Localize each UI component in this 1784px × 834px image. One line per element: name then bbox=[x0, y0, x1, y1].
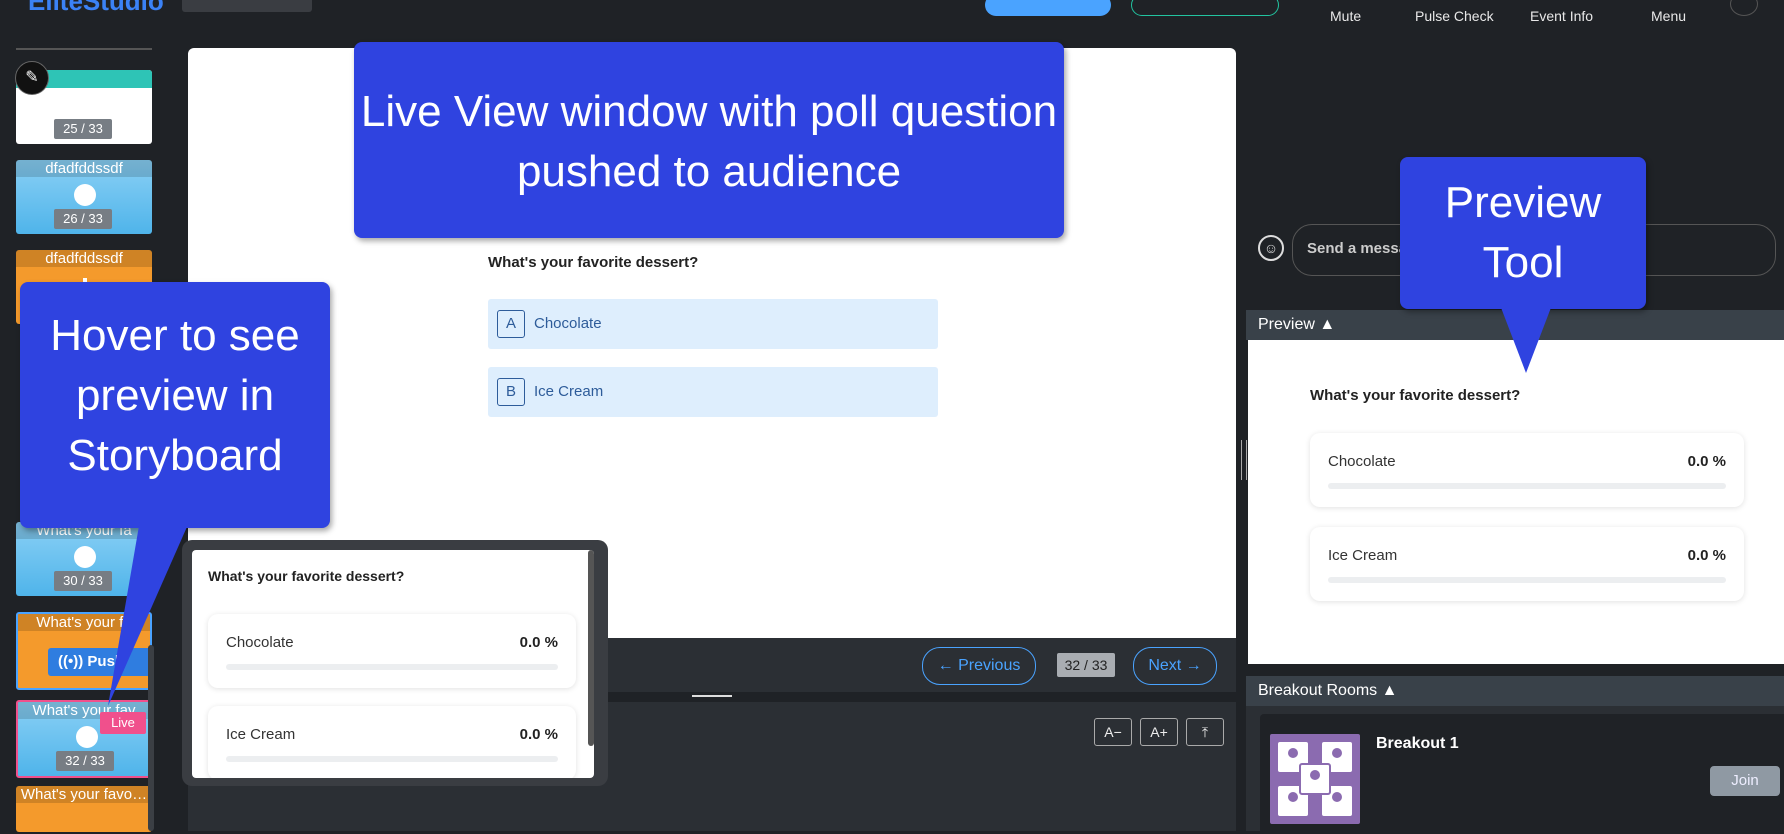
broadcast-icon: ((•)) bbox=[58, 653, 88, 670]
message-placeholder: Send a messa bbox=[1307, 240, 1408, 257]
live-badge: Live bbox=[100, 712, 146, 734]
edit-icon[interactable]: ✎ bbox=[15, 61, 49, 95]
preview-result-ice-cream: Ice Cream 0.0 % bbox=[1310, 527, 1744, 601]
poll-option-b[interactable]: B Ice Cream bbox=[488, 367, 938, 417]
breakout-room-name: Breakout 1 bbox=[1376, 735, 1459, 752]
result-percent: 0.0 % bbox=[1687, 547, 1726, 564]
emoji-icon[interactable]: ☺ bbox=[1258, 235, 1284, 261]
result-bar bbox=[226, 664, 558, 670]
breakout-header-label: Breakout Rooms ▲ bbox=[1258, 682, 1398, 699]
settings-icon[interactable] bbox=[1730, 0, 1758, 16]
pie-chart-icon bbox=[74, 184, 96, 206]
result-label: Ice Cream bbox=[226, 726, 296, 743]
top-bar: EliteStudio Mute Pulse Check Event Info … bbox=[0, 0, 1784, 34]
slide-counter: 26 / 33 bbox=[54, 209, 112, 229]
panel-splitter[interactable] bbox=[1241, 440, 1247, 480]
result-percent: 0.0 % bbox=[1687, 453, 1726, 470]
option-letter: B bbox=[497, 378, 525, 406]
mute-button[interactable]: Mute bbox=[1330, 8, 1361, 24]
result-card-ice-cream: Ice Cream 0.0 % bbox=[208, 706, 576, 778]
storyboard-slide-33[interactable]: What's your favo… bbox=[16, 786, 152, 832]
option-text: Ice Cream bbox=[534, 383, 604, 400]
option-text: Chocolate bbox=[534, 315, 602, 332]
breakout-header[interactable]: Breakout Rooms ▲ bbox=[1246, 676, 1784, 706]
option-letter: A bbox=[497, 310, 525, 338]
next-button[interactable]: Next → bbox=[1133, 647, 1217, 685]
callout-preview-pointer bbox=[1500, 305, 1552, 373]
slide-title: dfadfddssdf bbox=[16, 160, 152, 177]
pie-chart-icon bbox=[74, 546, 96, 568]
result-label: Ice Cream bbox=[1328, 547, 1398, 564]
result-bar bbox=[1328, 577, 1726, 583]
preview-tool: What's your favorite dessert? Chocolate … bbox=[1248, 340, 1784, 664]
result-percent: 0.0 % bbox=[519, 726, 558, 743]
connected-button[interactable] bbox=[985, 0, 1111, 16]
preview-header-label: Preview ▲ bbox=[1258, 316, 1336, 333]
poll-question: What's your favorite dessert? bbox=[488, 254, 699, 271]
slide-title: What's your favo… bbox=[16, 786, 152, 803]
share-screen-button[interactable] bbox=[1131, 0, 1279, 16]
result-card-chocolate: Chocolate 0.0 % bbox=[208, 614, 576, 688]
preview-result-chocolate: Chocolate 0.0 % bbox=[1310, 433, 1744, 507]
session-dropdown[interactable] bbox=[182, 0, 312, 12]
preview-question: What's your favorite dessert? bbox=[208, 568, 405, 584]
divider bbox=[16, 48, 152, 50]
decrease-font-button[interactable]: A− bbox=[1094, 718, 1132, 746]
slide-counter: 32 / 33 bbox=[56, 751, 114, 771]
callout-preview-tool: Preview Tool bbox=[1400, 157, 1646, 309]
pie-chart-icon bbox=[76, 726, 98, 748]
hover-preview: What's your favorite dessert? Chocolate … bbox=[192, 550, 594, 778]
callout-live-view: Live View window with poll question push… bbox=[354, 42, 1064, 238]
slide-title: dfadfddssdf bbox=[16, 250, 152, 267]
breakout-panel: Breakout 1 bbox=[1246, 706, 1784, 834]
breakout-room-icon bbox=[1270, 734, 1360, 824]
result-label: Chocolate bbox=[226, 634, 294, 651]
join-button[interactable]: Join bbox=[1710, 766, 1780, 796]
storyboard-slide-26[interactable]: dfadfddssdf 26 / 33 bbox=[16, 160, 152, 234]
result-bar bbox=[1328, 483, 1726, 489]
preview-scrollbar[interactable] bbox=[588, 550, 594, 746]
result-percent: 0.0 % bbox=[519, 634, 558, 651]
previous-button[interactable]: ← Previous bbox=[922, 647, 1036, 685]
storyboard-slide-32[interactable]: What's your fav 32 / 33 Live bbox=[16, 700, 152, 778]
scroll-top-icon[interactable]: ⤒ bbox=[1186, 718, 1224, 746]
increase-font-button[interactable]: A+ bbox=[1140, 718, 1178, 746]
app-logo: EliteStudio bbox=[28, 0, 164, 16]
pulse-check-button[interactable]: Pulse Check bbox=[1415, 8, 1494, 24]
preview-question: What's your favorite dessert? bbox=[1310, 387, 1521, 404]
event-info-button[interactable]: Event Info bbox=[1530, 8, 1593, 24]
callout-hover-pointer bbox=[108, 520, 190, 706]
result-label: Chocolate bbox=[1328, 453, 1396, 470]
result-bar bbox=[226, 756, 558, 762]
menu-button[interactable]: Menu bbox=[1651, 8, 1686, 24]
poll-option-a[interactable]: A Chocolate bbox=[488, 299, 938, 349]
slide-counter: 25 / 33 bbox=[54, 119, 112, 139]
page-indicator: 32 / 33 bbox=[1057, 653, 1115, 677]
callout-hover-preview: Hover to see preview in Storyboard bbox=[20, 282, 330, 528]
